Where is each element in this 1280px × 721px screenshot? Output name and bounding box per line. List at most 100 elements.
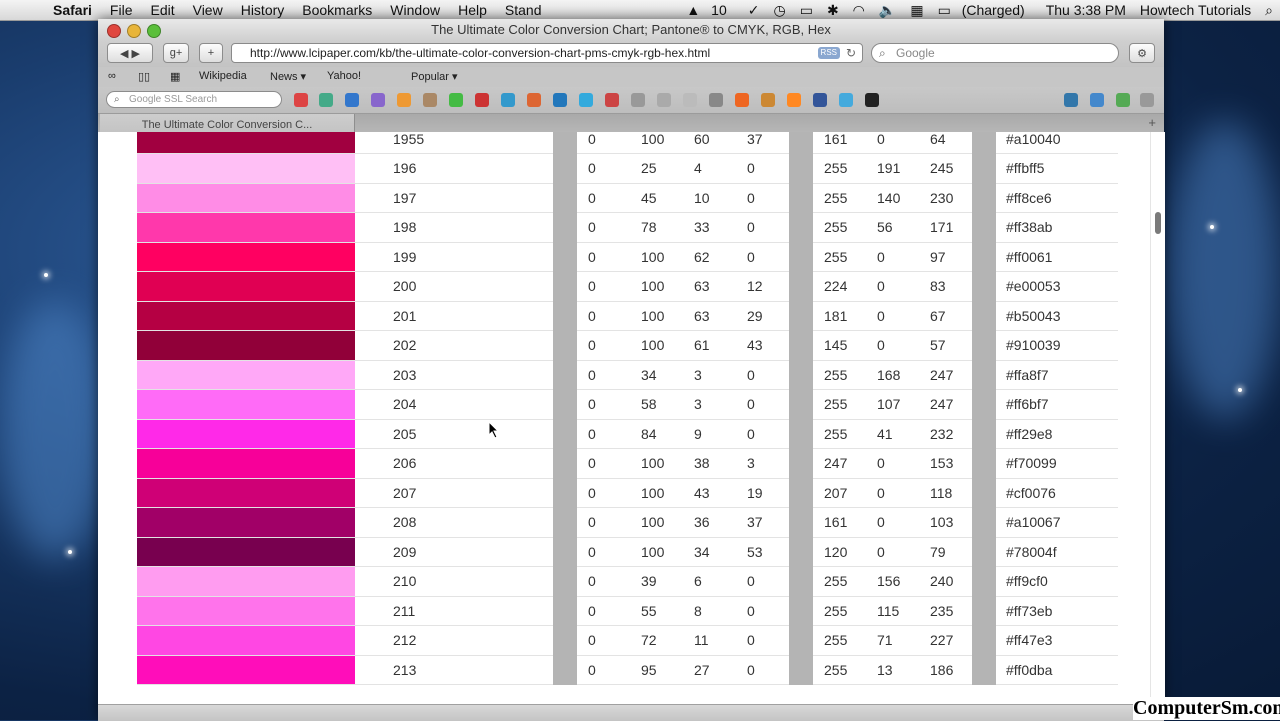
top-sites-grid-icon[interactable]: ▦ [170,70,180,83]
volume-icon[interactable]: 🔈 [872,2,903,19]
time-machine-icon[interactable]: ◷ [766,2,792,19]
google-ssl-search-field[interactable]: ⌕ Google SSL Search [106,91,282,108]
menu-window[interactable]: Window [381,2,449,18]
add-bookmark-button[interactable]: + [199,43,223,63]
extension-icon[interactable] [449,93,463,107]
menu-view[interactable]: View [184,2,232,18]
address-bar[interactable]: http://www.lcipaper.com/kb/the-ultimate-… [231,43,863,63]
blue-value: 97 [919,242,972,272]
extension-icon[interactable] [501,93,515,107]
rss-badge[interactable]: RSS [817,47,840,59]
pms-value: 211 [355,596,553,626]
extension-icon[interactable] [787,93,801,107]
adobe-updater-icon[interactable]: ▲ 10 [679,2,740,18]
bookmark-yahoo[interactable]: Yahoo! [327,70,361,82]
black-value: 12 [736,271,789,302]
extension-icon[interactable] [1116,93,1130,107]
display-icon[interactable]: ▭ [793,2,820,19]
user-name[interactable]: Howtech Tutorials [1133,2,1258,18]
color-swatch [137,389,355,420]
blue-value: 232 [919,419,972,449]
magenta-value: 95 [630,655,683,685]
column-separator [789,183,813,213]
column-separator [972,132,996,154]
reload-icon[interactable]: ↻ [846,44,856,62]
extension-icon[interactable] [423,93,437,107]
extension-icon[interactable] [735,93,749,107]
left-margin [98,301,137,331]
extension-icon[interactable] [553,93,567,107]
extension-icon[interactable] [397,93,411,107]
checkmark-icon[interactable]: ✓ [741,2,767,19]
spotlight-icon[interactable]: ⌕ [1258,2,1280,19]
vertical-scrollbar[interactable] [1150,132,1165,704]
extension-icon[interactable] [345,93,359,107]
battery-icon[interactable]: ▭ (Charged) [931,2,1039,19]
back-forward-buttons[interactable]: ◀ ▶ [107,43,153,63]
extension-icon[interactable] [579,93,593,107]
extension-icon[interactable] [605,93,619,107]
menu-file[interactable]: File [101,2,142,18]
cyan-value: 0 [577,301,630,331]
extension-icon[interactable] [683,93,697,107]
extension-icon[interactable] [657,93,671,107]
blue-value: 245 [919,153,972,184]
extension-icon[interactable] [709,93,723,107]
red-value: 255 [813,360,866,390]
extension-icon[interactable] [371,93,385,107]
menu-app-safari[interactable]: Safari [44,2,101,18]
new-tab-button[interactable]: + [1148,115,1156,130]
yellow-value: 36 [683,507,736,538]
extension-icon[interactable] [1090,93,1104,107]
yellow-value: 61 [683,330,736,361]
bookmark-popular[interactable]: Popular ▾ [411,70,458,83]
extension-icon[interactable] [761,93,775,107]
red-value: 161 [813,507,866,538]
minimize-button[interactable] [127,24,141,38]
extension-icon[interactable] [839,93,853,107]
color-swatch [137,419,355,449]
close-button[interactable] [107,24,121,38]
menu-help[interactable]: Help [449,2,496,18]
extension-icon[interactable] [1064,93,1078,107]
wifi-icon[interactable]: ◠ [846,2,872,19]
yellow-value: 11 [683,625,736,656]
extension-icon[interactable] [475,93,489,107]
back-arrow-icon[interactable]: ◀ [120,47,128,60]
extension-icon[interactable] [294,93,308,107]
color-swatch [137,537,355,567]
ssl-search-placeholder: Google SSL Search [129,94,218,105]
extension-icon[interactable] [631,93,645,107]
bookmark-news[interactable]: News ▾ [270,70,306,83]
search-field[interactable]: ⌕ Google [871,43,1119,63]
column-separator [553,183,577,213]
desktop-star [1210,225,1214,229]
yellow-value: 60 [683,132,736,154]
zoom-button[interactable] [147,24,161,38]
bluetooth-icon[interactable]: ✱ [820,2,846,19]
settings-gear-button[interactable]: ⚙ [1129,43,1155,63]
table-row: 198 0 78 33 0 255 56 171 #ff38ab [98,212,1118,243]
extension-icon[interactable] [1140,93,1154,107]
menu-history[interactable]: History [232,2,294,18]
extension-icon[interactable] [319,93,333,107]
flag-icon[interactable]: ▦ [903,2,930,19]
extension-icon[interactable] [865,93,879,107]
reading-list-icon[interactable]: ∞ [108,70,116,82]
book-icon[interactable]: ▯▯ [138,70,150,83]
forward-arrow-icon[interactable]: ▶ [132,47,140,60]
menu-stand[interactable]: Stand [496,2,551,18]
magenta-value: 100 [630,448,683,479]
menu-bookmarks[interactable]: Bookmarks [293,2,381,18]
menu-edit[interactable]: Edit [141,2,183,18]
red-value: 247 [813,448,866,479]
google-plus-button[interactable]: g+ [163,43,189,63]
scroll-thumb[interactable] [1155,212,1161,234]
extension-icon[interactable] [527,93,541,107]
color-swatch [137,360,355,390]
black-value: 0 [736,183,789,213]
extension-icon[interactable] [813,93,827,107]
pms-value: 196 [355,153,553,184]
clock[interactable]: Thu 3:38 PM [1039,2,1133,18]
bookmark-wikipedia[interactable]: Wikipedia [199,70,247,82]
